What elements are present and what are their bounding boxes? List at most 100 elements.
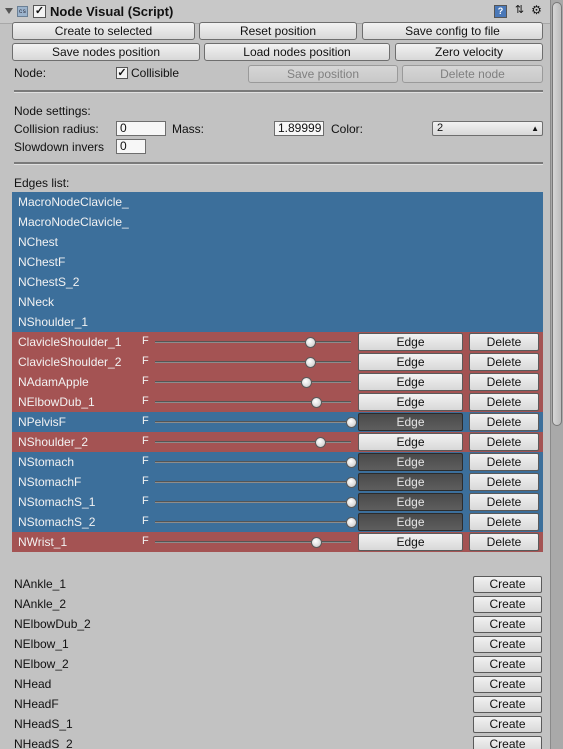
mass-field[interactable]: 1.89999 (274, 121, 324, 136)
edge-slider-track[interactable] (155, 501, 351, 503)
reset-position-button[interactable]: Reset position (199, 22, 357, 40)
zero-velocity-button[interactable]: Zero velocity (395, 43, 543, 61)
delete-edge-button[interactable]: Delete (469, 333, 539, 351)
delete-edge-button[interactable]: Delete (469, 493, 539, 511)
edge-slider-thumb[interactable] (305, 357, 316, 368)
edge-slider-track[interactable] (155, 341, 351, 343)
collision-radius-field[interactable]: 0 (116, 121, 166, 136)
delete-edge-button[interactable]: Delete (469, 373, 539, 391)
create-edge-button[interactable]: Create (473, 716, 542, 733)
color-label: Color: (331, 122, 364, 136)
delete-edge-button[interactable]: Delete (469, 353, 539, 371)
separator (14, 162, 543, 165)
vertical-scrollbar[interactable] (550, 0, 563, 749)
f-label: F (142, 435, 149, 447)
edge-slider-thumb[interactable] (301, 377, 312, 388)
edge-slider-row: NStomachS_1 F Edge Delete (12, 492, 543, 512)
node-row: NHeadS_2 Create (0, 734, 550, 749)
edge-slider-thumb[interactable] (346, 517, 357, 528)
create-edge-button[interactable]: Create (473, 616, 542, 633)
node-row: NAnkle_1 Create (0, 574, 550, 594)
node-row: NHeadS_1 Create (0, 714, 550, 734)
edge-toggle-button[interactable]: Edge (358, 373, 463, 391)
edge-toggle-button[interactable]: Edge (358, 453, 463, 471)
edge-slider-thumb[interactable] (311, 397, 322, 408)
edge-toggle-button[interactable]: Edge (358, 513, 463, 531)
load-nodes-position-button[interactable]: Load nodes position (204, 43, 390, 61)
color-dropdown[interactable]: 2 ▲ (432, 121, 543, 136)
f-label: F (142, 455, 149, 467)
node-row: NElbow_2 Create (0, 654, 550, 674)
f-label: F (142, 535, 149, 547)
create-to-selected-button[interactable]: Create to selected (12, 22, 195, 40)
edge-toggle-button[interactable]: Edge (358, 533, 463, 551)
edge-slider-track[interactable] (155, 481, 351, 483)
edge-slider-thumb[interactable] (346, 477, 357, 488)
edge-slider-thumb[interactable] (346, 457, 357, 468)
edge-toggle-button[interactable]: Edge (358, 353, 463, 371)
gear-icon[interactable]: ⚙ (530, 4, 543, 18)
edge-toggle-button[interactable]: Edge (358, 393, 463, 411)
edge-slider-thumb[interactable] (305, 337, 316, 348)
foldout-arrow-icon[interactable] (5, 8, 13, 14)
create-edge-button[interactable]: Create (473, 656, 542, 673)
edge-slider-row: NStomachS_2 F Edge Delete (12, 512, 543, 532)
create-edge-button[interactable]: Create (473, 676, 542, 693)
edge-slider-thumb[interactable] (346, 497, 357, 508)
f-label: F (142, 355, 149, 367)
collisible-checkbox[interactable]: ✓ (116, 67, 128, 79)
delete-edge-button[interactable]: Delete (469, 533, 539, 551)
slowdown-field[interactable]: 0 (116, 139, 146, 154)
component-title: Node Visual (Script) (50, 4, 174, 19)
create-edge-button[interactable]: Create (473, 596, 542, 613)
edge-row: NShoulder_1 (12, 312, 543, 332)
edge-slider-track[interactable] (155, 381, 351, 383)
edge-slider-row: NWrist_1 F Edge Delete (12, 532, 543, 552)
edge-row-name: MacroNodeClavicle_ (18, 215, 129, 229)
f-label: F (142, 475, 149, 487)
delete-edge-button[interactable]: Delete (469, 513, 539, 531)
edges-list: MacroNodeClavicle_ MacroNodeClavicle_ NChe… (12, 192, 543, 552)
edge-row: MacroNodeClavicle_ (12, 212, 543, 232)
edge-slider-track[interactable] (155, 361, 351, 363)
delete-edge-button[interactable]: Delete (469, 433, 539, 451)
node-label: Node: (14, 66, 47, 80)
delete-edge-button[interactable]: Delete (469, 473, 539, 491)
edge-slider-track[interactable] (155, 461, 351, 463)
edge-slider-row: NStomachF F Edge Delete (12, 472, 543, 492)
create-edge-button[interactable]: Create (473, 576, 542, 593)
script-icon: cs (17, 6, 28, 17)
edge-row-name: NChest (18, 235, 59, 249)
node-row-name: NHeadS_2 (14, 737, 73, 749)
delete-edge-button[interactable]: Delete (469, 413, 539, 431)
edge-slider-thumb[interactable] (311, 537, 322, 548)
edge-slider-track[interactable] (155, 521, 351, 523)
save-config-button[interactable]: Save config to file (362, 22, 543, 40)
save-nodes-position-button[interactable]: Save nodes position (12, 43, 200, 61)
delete-edge-button[interactable]: Delete (469, 393, 539, 411)
edge-toggle-button[interactable]: Edge (358, 473, 463, 491)
edge-toggle-button[interactable]: Edge (358, 333, 463, 351)
edge-slider-thumb[interactable] (315, 437, 326, 448)
component-enabled-checkbox[interactable]: ✓ (33, 5, 46, 18)
edge-slider-row: NPelvisF F Edge Delete (12, 412, 543, 432)
scrollbar-thumb[interactable] (552, 2, 562, 426)
edge-slider-track[interactable] (155, 421, 351, 423)
separator (14, 90, 543, 93)
edge-row-name: ClavicleShoulder_2 (18, 355, 122, 369)
help-book-icon[interactable]: ? (494, 5, 507, 18)
create-edge-button[interactable]: Create (473, 636, 542, 653)
delete-node-button[interactable]: Delete node (402, 65, 543, 83)
save-position-button[interactable]: Save position (248, 65, 398, 83)
edge-toggle-button[interactable]: Edge (358, 413, 463, 431)
edge-row-name: NElbowDub_1 (18, 395, 95, 409)
edge-toggle-button[interactable]: Edge (358, 493, 463, 511)
presets-icon[interactable]: ⇅ (513, 5, 526, 18)
edge-slider-thumb[interactable] (346, 417, 357, 428)
edge-toggle-button[interactable]: Edge (358, 433, 463, 451)
delete-edge-button[interactable]: Delete (469, 453, 539, 471)
edge-row-name: MacroNodeClavicle_ (18, 195, 129, 209)
create-edge-button[interactable]: Create (473, 696, 542, 713)
create-edge-button[interactable]: Create (473, 736, 542, 749)
edges-list-heading: Edges list: (14, 176, 70, 190)
